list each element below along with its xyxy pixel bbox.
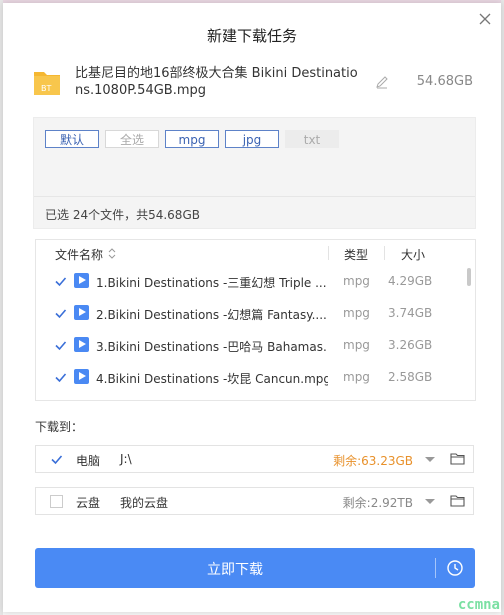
chevron-down-icon[interactable] [425,499,435,504]
watermark: ccmna [457,597,500,613]
file-name: 1.Bikini Destinations -三重幻想 Triple ... [96,276,327,290]
divider [328,246,329,260]
file-list-table: 文件名称 类型 大小 1.Bikini Destinations -三重幻想 T… [35,239,476,401]
filter-select-all-button[interactable]: 全选 [105,130,159,148]
video-file-icon [74,273,89,288]
destination-checkbox[interactable] [50,453,63,466]
divider [435,558,436,578]
divider [384,246,385,260]
video-file-icon [74,337,89,352]
file-size: 3.26GB [388,338,433,352]
file-checkbox[interactable] [54,307,67,320]
clock-icon[interactable] [446,559,464,577]
folder-icon[interactable] [450,452,465,465]
file-header: BT 比基尼目的地16部终极大合集 Bikini Destinations.10… [33,65,473,103]
filter-mpg-button[interactable]: mpg [165,130,219,148]
file-checkbox[interactable] [54,339,67,352]
filter-default-button[interactable]: 默认 [45,130,99,148]
total-size: 54.68GB [416,74,473,89]
file-size: 3.74GB [388,306,433,320]
file-type: mpg [343,274,370,288]
new-download-dialog: 新建下载任务 BT 比基尼目的地16部终极大合集 Bikini Destinat… [3,3,501,612]
file-name: 3.Bikini Destinations -巴哈马 Bahamas... [96,340,328,354]
edit-icon[interactable] [375,75,389,89]
destination-name: 电脑 [76,454,101,468]
video-file-icon [74,369,89,384]
filter-jpg-button[interactable]: jpg [225,130,279,148]
download-to-label: 下载到： [35,420,84,434]
destination-cloud[interactable]: 云盘 我的云盘 剩余:2.92TB [35,487,474,515]
close-icon[interactable] [477,11,493,27]
destination-path: J:\ [120,452,132,466]
file-checkbox[interactable] [54,275,67,288]
divider [34,196,475,197]
bt-folder-icon: BT [34,72,60,95]
free-space: 剩余:2.92TB [342,496,413,510]
column-header-name[interactable]: 文件名称 [55,246,103,263]
destination-checkbox[interactable] [50,495,63,508]
sort-icon[interactable] [108,248,116,259]
destination-path: 我的云盘 [120,496,169,510]
table-row[interactable]: 4.Bikini Destinations -坎昆 Cancun.mpg mpg… [36,362,475,394]
column-header-type[interactable]: 类型 [344,246,368,263]
selected-files-info: 已选 24个文件，共54.68GB [45,208,200,222]
dialog-title: 新建下载任务 [206,27,297,45]
table-row[interactable]: 1.Bikini Destinations -三重幻想 Triple ... m… [36,266,475,298]
table-row[interactable]: 3.Bikini Destinations -巴哈马 Bahamas... mp… [36,330,475,362]
file-name: 4.Bikini Destinations -坎昆 Cancun.mpg [96,372,328,386]
torrent-file-name: 比基尼目的地16部终极大合集 Bikini Destinations.1080P… [75,66,358,98]
file-type: mpg [343,306,370,320]
file-size: 4.29GB [388,274,433,288]
file-checkbox[interactable] [54,371,67,384]
free-space: 剩余:63.23GB [333,454,413,468]
column-header-size[interactable]: 大小 [401,246,425,263]
video-file-icon [74,305,89,320]
download-now-label: 立即下载 [207,562,263,578]
table-row[interactable]: 2.Bikini Destinations -幻想篇 Fantasy.... m… [36,298,475,330]
destination-computer[interactable]: 电脑 J:\ 剩余:63.23GB [35,445,474,473]
download-now-button[interactable]: 立即下载 [35,548,475,588]
svg-text:BT: BT [41,84,51,93]
file-name: 2.Bikini Destinations -幻想篇 Fantasy.... [96,308,327,322]
file-filter-panel: 默认 全选 mpg jpg txt 已选 24个文件，共54.68GB [33,117,476,229]
file-type: mpg [343,338,370,352]
destination-name: 云盘 [76,496,101,510]
filter-txt-button[interactable]: txt [285,130,339,148]
chevron-down-icon[interactable] [425,457,435,462]
file-type: mpg [343,370,370,384]
folder-icon[interactable] [450,494,465,507]
scrollbar[interactable] [467,268,471,286]
file-size: 2.58GB [388,370,433,384]
